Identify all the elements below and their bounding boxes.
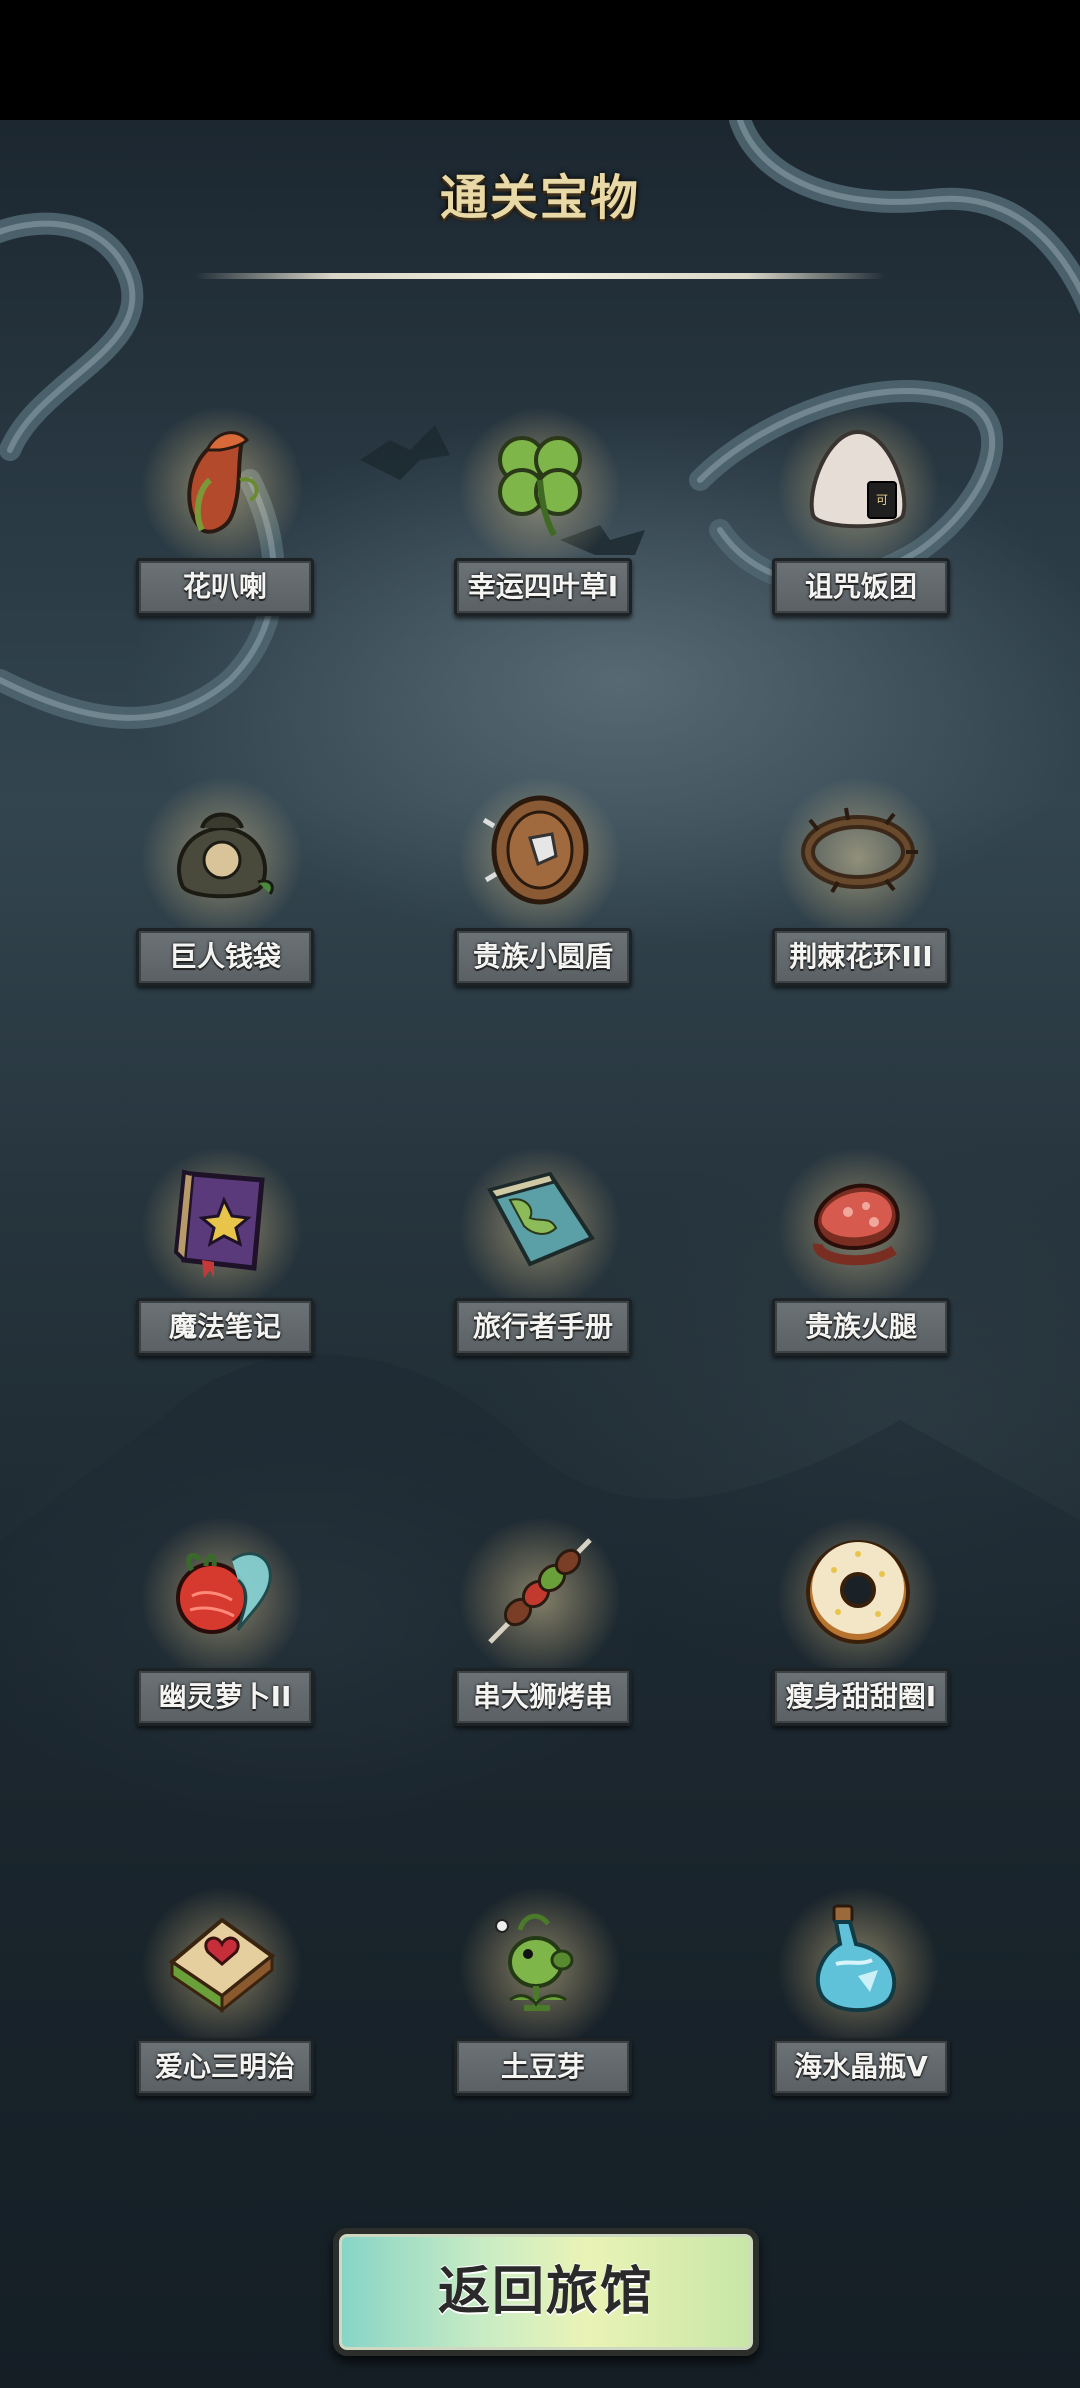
return-to-inn-button[interactable]: 返回旅馆 <box>333 2228 759 2356</box>
treasure-item[interactable]: 串大狮烤串 <box>440 1518 640 1738</box>
item-label: 串大狮烤串 <box>454 1668 632 1726</box>
sandwich-icon <box>168 1917 276 2014</box>
status-bar <box>0 0 1080 120</box>
item-label: 瘦身甜甜圈I <box>772 1668 950 1726</box>
page-title: 通关宝物 <box>439 170 640 226</box>
pitcher-plant-icon <box>187 431 259 534</box>
treasure-item[interactable]: 瘦身甜甜圈I <box>758 1518 958 1738</box>
treasure-item[interactable]: 贵族小圆盾 <box>440 778 640 998</box>
item-label: 旅行者手册 <box>454 1298 632 1356</box>
treasure-item[interactable]: 花叭喇 <box>122 408 322 628</box>
item-label: 幸运四叶草I <box>454 558 632 616</box>
ham-icon <box>813 1183 900 1266</box>
treasure-item[interactable]: 旅行者手册 <box>440 1148 640 1368</box>
item-label: 魔法笔记 <box>136 1298 314 1356</box>
round-shield-icon <box>482 795 589 905</box>
treasure-item[interactable]: 可 诅咒饭团 <box>758 408 958 628</box>
map-icon <box>487 1171 595 1267</box>
magic-book-icon <box>173 1169 265 1278</box>
kebab-icon <box>488 1538 592 1644</box>
svg-text:可: 可 <box>876 493 888 507</box>
treasure-item[interactable]: 海水晶瓶V <box>758 1888 958 2108</box>
sprout-plant-icon <box>495 1913 574 2011</box>
item-label: 诅咒饭团 <box>772 558 950 616</box>
treasure-item[interactable]: 魔法笔记 <box>122 1148 322 1368</box>
title-divider <box>195 273 885 279</box>
item-label: 土豆芽 <box>454 2038 632 2096</box>
treasure-item[interactable]: 幸运四叶草I <box>440 408 640 628</box>
item-label: 贵族火腿 <box>772 1298 950 1356</box>
treasure-item[interactable]: 爱心三明治 <box>122 1888 322 2108</box>
potion-bottle-icon <box>816 1904 897 2012</box>
ghost-radish-icon <box>176 1552 272 1634</box>
item-label: 巨人钱袋 <box>136 928 314 986</box>
thorn-wreath-icon <box>801 807 918 894</box>
item-label: 贵族小圆盾 <box>454 928 632 986</box>
rice-ball-icon: 可 <box>809 429 907 529</box>
item-label: 爱心三明治 <box>136 2038 314 2096</box>
treasure-item[interactable]: 巨人钱袋 <box>122 778 322 998</box>
treasure-item[interactable]: 贵族火腿 <box>758 1148 958 1368</box>
item-label: 花叭喇 <box>136 558 314 616</box>
treasure-item[interactable]: 土豆芽 <box>440 1888 640 2108</box>
donut-icon <box>806 1540 910 1644</box>
four-leaf-clover-icon <box>498 436 582 537</box>
treasure-item[interactable]: 幽灵萝卜II <box>122 1518 322 1738</box>
item-label: 幽灵萝卜II <box>136 1668 314 1726</box>
item-label: 荆棘花环III <box>772 928 950 986</box>
item-label: 海水晶瓶V <box>772 2038 950 2096</box>
money-bag-icon <box>176 812 274 899</box>
treasure-item[interactable]: 荆棘花环III <box>758 778 958 998</box>
